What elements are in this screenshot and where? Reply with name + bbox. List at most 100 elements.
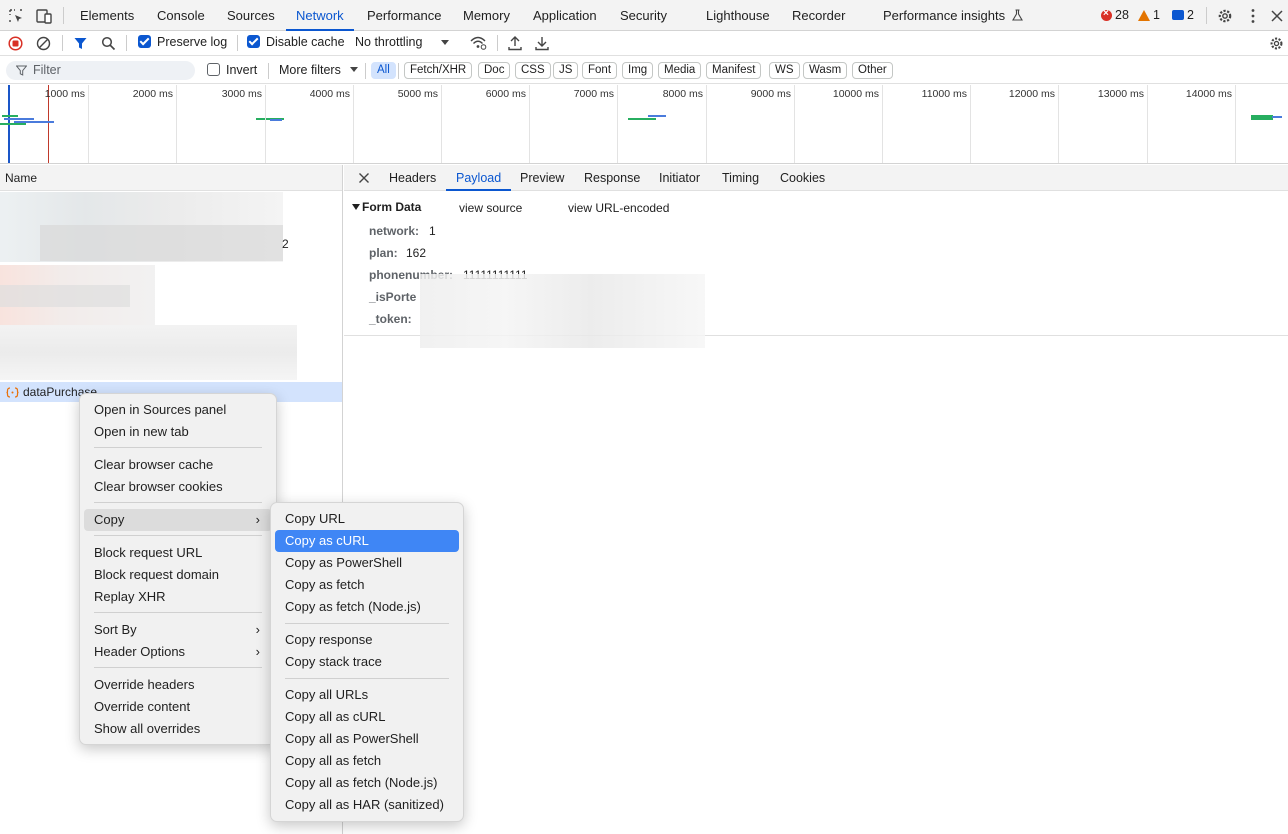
- tab-payload[interactable]: Payload: [446, 165, 512, 191]
- close-devtools-icon[interactable]: [1268, 7, 1286, 25]
- clear-icon[interactable]: [36, 36, 51, 51]
- menu-item-show-all-overrides[interactable]: Show all overrides: [84, 718, 272, 740]
- disable-cache-checkbox[interactable]: Disable cache: [247, 35, 345, 49]
- menu-item-copy-all-as-powershell[interactable]: Copy all as PowerShell: [275, 728, 459, 750]
- close-icon[interactable]: [358, 172, 370, 184]
- view-source-link[interactable]: view source: [459, 201, 522, 215]
- tab-timing[interactable]: Timing: [722, 165, 759, 191]
- network-settings-gear-icon[interactable]: [1268, 35, 1285, 52]
- import-har-icon[interactable]: [508, 35, 522, 51]
- form-field-key: plan:: [369, 246, 398, 260]
- form-data-toggle[interactable]: Form Data: [352, 200, 421, 214]
- menu-item-copy-as-curl[interactable]: Copy as cURL: [275, 530, 459, 552]
- menu-item-sort-by[interactable]: Sort By ›: [84, 619, 272, 641]
- more-vert-icon[interactable]: [1244, 7, 1262, 25]
- invert-checkbox[interactable]: Invert: [207, 63, 257, 77]
- form-field-key: _isPorte: [369, 290, 417, 304]
- tab-recorder[interactable]: Recorder: [792, 0, 845, 31]
- column-header-name[interactable]: Name: [0, 165, 342, 191]
- menu-item-copy-url[interactable]: Copy URL: [275, 508, 459, 530]
- filter-funnel-icon[interactable]: [73, 36, 88, 51]
- timeline-gridline: [529, 85, 530, 163]
- menu-item-clear-cookies[interactable]: Clear browser cookies: [84, 476, 272, 498]
- type-filter-media[interactable]: Media: [658, 62, 702, 79]
- menu-item-header-options-label: Header Options: [94, 644, 186, 659]
- type-filter-img[interactable]: Img: [622, 62, 654, 79]
- menu-item-override-headers[interactable]: Override headers: [84, 674, 272, 696]
- error-count[interactable]: 28: [1101, 8, 1129, 22]
- menu-item-copy-all-urls[interactable]: Copy all URLs: [275, 684, 459, 706]
- type-filter-css[interactable]: CSS: [515, 62, 551, 79]
- form-field-key: _token:: [369, 312, 412, 326]
- menu-item-header-options[interactable]: Header Options ›: [84, 641, 272, 663]
- tab-response[interactable]: Response: [584, 165, 640, 191]
- tab-elements[interactable]: Elements: [80, 0, 134, 31]
- tab-preview[interactable]: Preview: [520, 165, 564, 191]
- menu-item-copy-as-fetch-node[interactable]: Copy as fetch (Node.js): [275, 596, 459, 618]
- menu-item-copy[interactable]: Copy ›: [84, 509, 272, 531]
- inspect-element-icon[interactable]: [7, 7, 25, 25]
- gear-icon[interactable]: [1216, 7, 1234, 25]
- type-filter-ws[interactable]: WS: [769, 62, 800, 79]
- chevron-right-icon: ›: [255, 512, 260, 527]
- timeline-bar: [648, 115, 666, 117]
- menu-item-block-url[interactable]: Block request URL: [84, 542, 272, 564]
- type-filter-other[interactable]: Other: [852, 62, 893, 79]
- device-toolbar-icon[interactable]: [35, 7, 53, 25]
- menu-item-copy-stack-trace[interactable]: Copy stack trace: [275, 651, 459, 673]
- tab-application[interactable]: Application: [533, 0, 597, 31]
- timeline-tick-label: 12000 ms: [1008, 88, 1055, 100]
- tab-sources[interactable]: Sources: [227, 0, 275, 31]
- menu-item-override-content[interactable]: Override content: [84, 696, 272, 718]
- tab-security[interactable]: Security: [620, 0, 667, 31]
- menu-item-open-in-new-tab[interactable]: Open in new tab: [84, 421, 272, 443]
- preserve-log-checkbox[interactable]: Preserve log: [138, 35, 227, 49]
- timeline-overview[interactable]: 1000 ms 2000 ms 3000 ms 4000 ms 5000 ms 6000 …: [0, 85, 1288, 164]
- message-count[interactable]: 2: [1172, 8, 1194, 22]
- menu-item-clear-cache[interactable]: Clear browser cache: [84, 454, 272, 476]
- timeline-bar: [1272, 116, 1282, 118]
- type-filter-doc[interactable]: Doc: [478, 62, 511, 79]
- type-filter-all[interactable]: All: [371, 62, 396, 79]
- menu-item-open-in-sources[interactable]: Open in Sources panel: [84, 399, 272, 421]
- type-filter-js[interactable]: JS: [553, 62, 579, 79]
- menu-item-block-domain[interactable]: Block request domain: [84, 564, 272, 586]
- menu-item-copy-all-as-curl[interactable]: Copy all as cURL: [275, 706, 459, 728]
- type-filter-manifest[interactable]: Manifest: [706, 62, 762, 79]
- tab-memory[interactable]: Memory: [463, 0, 510, 31]
- menu-item-replay-xhr[interactable]: Replay XHR: [84, 586, 272, 608]
- menu-item-copy-as-powershell[interactable]: Copy as PowerShell: [275, 552, 459, 574]
- type-filter-font[interactable]: Font: [582, 62, 618, 79]
- network-conditions-icon[interactable]: [469, 35, 487, 51]
- invert-label: Invert: [226, 63, 258, 77]
- search-icon[interactable]: [101, 36, 116, 51]
- menu-item-copy-all-as-fetch-node[interactable]: Copy all as fetch (Node.js): [275, 772, 459, 794]
- type-filter-fetch-xhr[interactable]: Fetch/XHR: [404, 62, 473, 79]
- timeline-bar: [0, 123, 26, 125]
- tab-lighthouse[interactable]: Lighthouse: [706, 0, 770, 31]
- export-har-icon[interactable]: [535, 35, 549, 51]
- filter-input[interactable]: Filter: [6, 61, 195, 80]
- menu-item-copy-as-fetch[interactable]: Copy as fetch: [275, 574, 459, 596]
- tab-performance-insights[interactable]: Performance insights: [883, 0, 1023, 31]
- type-filter-wasm[interactable]: Wasm: [803, 62, 848, 79]
- tab-headers[interactable]: Headers: [389, 165, 436, 191]
- warning-count[interactable]: 1: [1138, 8, 1160, 22]
- flask-icon: [1011, 9, 1023, 21]
- timeline-gridline: [794, 85, 795, 163]
- view-url-encoded-link[interactable]: view URL-encoded: [568, 201, 669, 215]
- timeline-gridline: [441, 85, 442, 163]
- record-stop-icon[interactable]: [8, 36, 23, 51]
- tab-cookies[interactable]: Cookies: [780, 165, 825, 191]
- menu-item-copy-all-as-fetch[interactable]: Copy all as fetch: [275, 750, 459, 772]
- throttling-select[interactable]: No throttling: [355, 35, 449, 49]
- xhr-request-icon: [6, 387, 19, 398]
- menu-item-copy-response[interactable]: Copy response: [275, 629, 459, 651]
- tab-performance[interactable]: Performance: [367, 0, 441, 31]
- timeline-tick-label: 8000 ms: [662, 88, 703, 100]
- tab-console[interactable]: Console: [157, 0, 205, 31]
- menu-item-copy-all-as-har[interactable]: Copy all as HAR (sanitized): [275, 794, 459, 816]
- tab-initiator[interactable]: Initiator: [659, 165, 700, 191]
- tab-network[interactable]: Network: [286, 0, 354, 31]
- more-filters-dropdown[interactable]: More filters: [279, 63, 359, 77]
